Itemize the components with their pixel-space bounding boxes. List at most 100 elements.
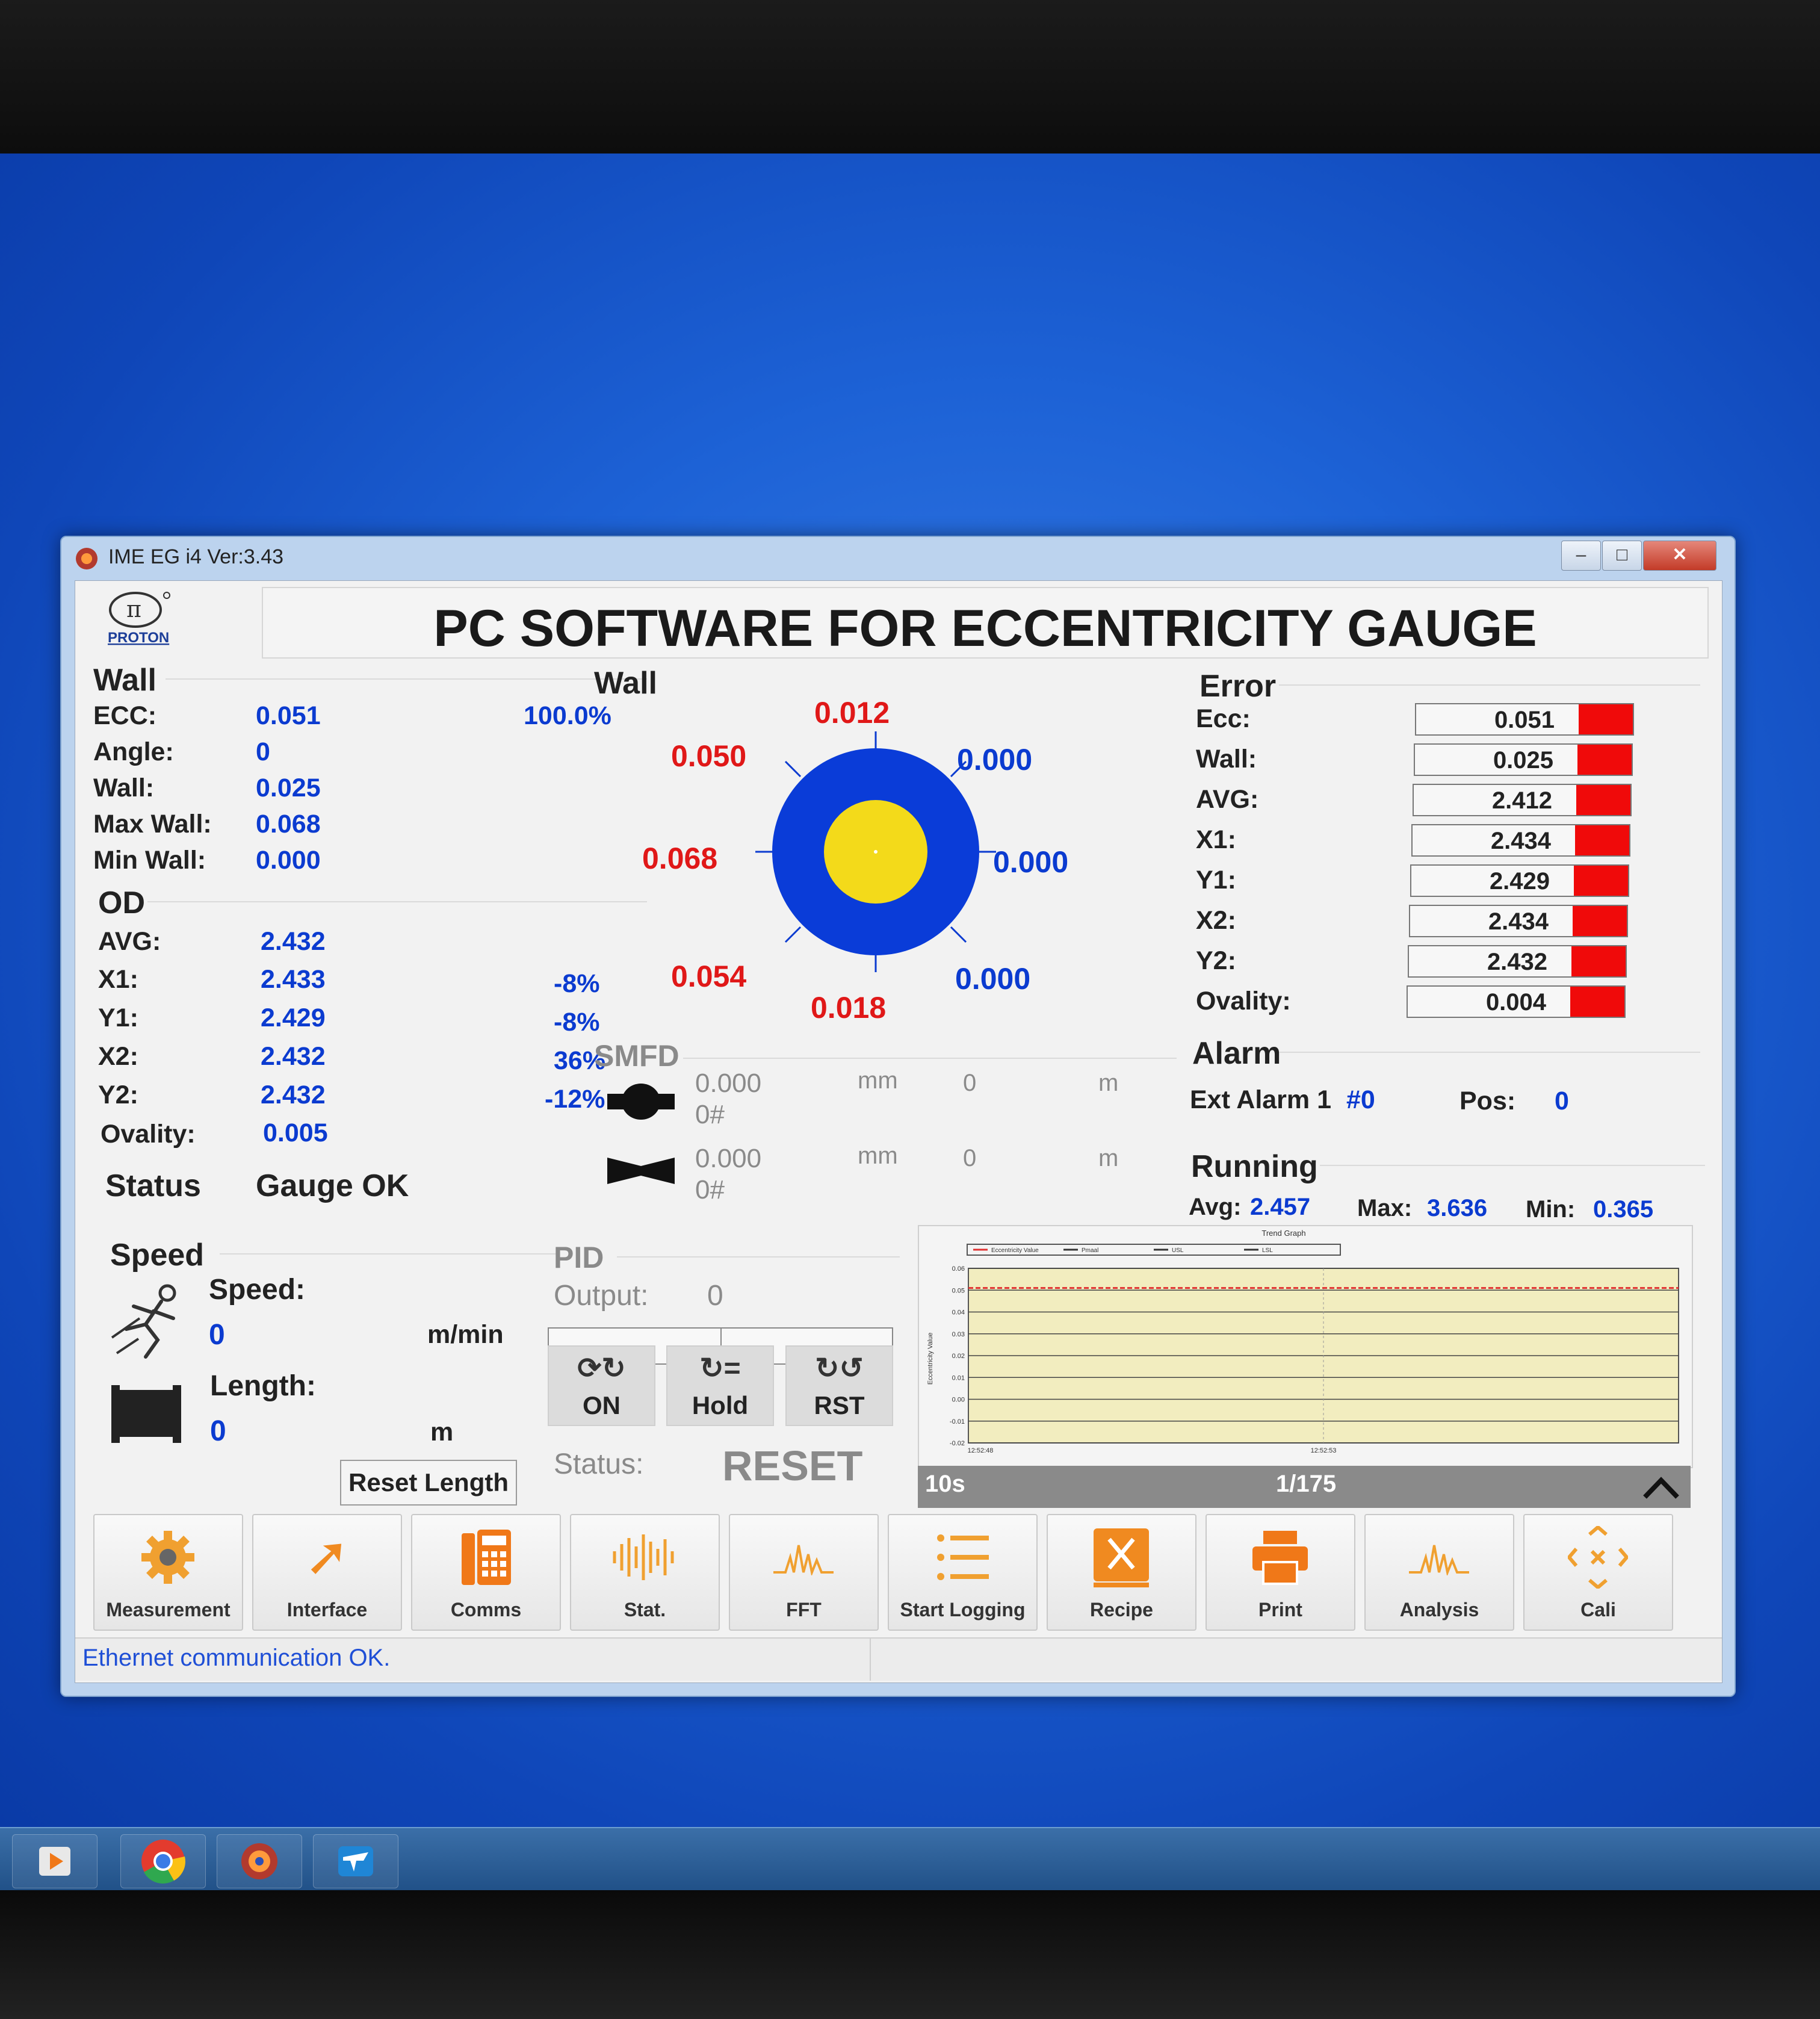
- stat-button[interactable]: Stat.: [570, 1514, 720, 1631]
- smfd-lump-unit2: m: [1098, 1070, 1119, 1096]
- app-window: IME EG i4 Ver:3.43 – □ ✕ π PROTON PC SOF…: [60, 536, 1736, 1697]
- length-value: 0: [210, 1415, 226, 1447]
- waveform-icon: [613, 1534, 674, 1580]
- alarm-pos-label: Pos:: [1459, 1087, 1516, 1115]
- smfd-neck-sub: 0#: [695, 1175, 725, 1205]
- trend-ytick: 0.06: [952, 1265, 965, 1273]
- trend-window[interactable]: 10s: [925, 1471, 965, 1498]
- error-row-label: Y2:: [1196, 946, 1236, 975]
- od-x2-value: 2.432: [261, 1042, 326, 1071]
- pid-heading: PID: [554, 1241, 604, 1274]
- svg-text:PROTON: PROTON: [108, 630, 169, 646]
- status-bar: Ethernet communication OK.: [75, 1637, 1722, 1681]
- smfd-neck-value: 0.000: [695, 1144, 762, 1173]
- analysis-button[interactable]: Analysis: [1364, 1514, 1514, 1631]
- pid-on-button[interactable]: ⟳↻ ON: [548, 1345, 655, 1426]
- wall-top-left-value: 0.050: [671, 739, 747, 773]
- wall-top-value: 0.012: [814, 696, 890, 730]
- error-bar-value: 0.025: [1493, 747, 1554, 774]
- trend-ytick: 0.02: [952, 1353, 965, 1360]
- running-min-label: Min:: [1526, 1196, 1576, 1223]
- wall-heading: Wall: [93, 663, 156, 698]
- trend-graph-plot: Trend Graph Eccentricity Value Pmaal USL LS…: [927, 1229, 1679, 1454]
- media-player-icon[interactable]: [12, 1834, 98, 1888]
- od-y1-label: Y1:: [98, 1003, 138, 1032]
- monitor-bezel-top: [0, 0, 1820, 163]
- close-button[interactable]: ✕: [1643, 541, 1716, 571]
- pid-hold-label: Hold: [692, 1391, 749, 1419]
- error-bar: 2.434: [1411, 824, 1630, 857]
- error-row-label: Ecc:: [1196, 704, 1251, 733]
- length-icon: [111, 1385, 181, 1443]
- pid-status-value: RESET: [722, 1442, 863, 1489]
- title-bar[interactable]: IME EG i4 Ver:3.43 – □ ✕: [61, 537, 1735, 579]
- spectrum-icon: [773, 1545, 834, 1575]
- od-y1-value: 2.429: [261, 1003, 326, 1032]
- trend-ylabel: Eccentricity Value: [927, 1333, 934, 1385]
- maximize-button[interactable]: □: [1602, 541, 1642, 571]
- wall-top-right-value: 0.000: [957, 743, 1033, 777]
- page-title: PC SOFTWARE FOR ECCENTRICITY GAUGE: [433, 600, 1537, 657]
- error-row-label: AVG:: [1196, 785, 1259, 814]
- error-bar-value: 2.429: [1489, 868, 1550, 895]
- trend-ytick: -0.02: [950, 1440, 965, 1447]
- trend-legend-label: Pmaal: [1082, 1247, 1098, 1254]
- monitor-bezel-bottom: [0, 1890, 1820, 2019]
- error-bar-value: 0.004: [1485, 989, 1547, 1016]
- start-logging-button[interactable]: Start Logging: [888, 1514, 1038, 1631]
- error-heading: Error: [1199, 669, 1277, 704]
- runner-icon: [111, 1284, 176, 1359]
- chevron-up-icon[interactable]: [1640, 1473, 1682, 1501]
- smfd-lump-sub: 0#: [695, 1100, 725, 1129]
- trend-legend-label: USL: [1172, 1247, 1184, 1254]
- pid-output-value: 0: [707, 1280, 723, 1312]
- trend-ytick: 0.04: [952, 1309, 965, 1317]
- running-avg-value: 2.457: [1250, 1194, 1311, 1220]
- od-y2-label: Y2:: [98, 1081, 138, 1109]
- chrome-icon[interactable]: [120, 1834, 206, 1888]
- comms-button[interactable]: Comms: [411, 1514, 561, 1631]
- ime-app-icon[interactable]: [217, 1834, 302, 1888]
- od-y2-value: 2.432: [261, 1081, 326, 1109]
- smfd-heading: SMFD: [594, 1039, 679, 1073]
- running-max-label: Max:: [1357, 1195, 1413, 1221]
- recipe-icon: [1094, 1528, 1149, 1587]
- pid-on-icon: ⟳↻: [577, 1353, 626, 1385]
- start-logging-label: Start Logging: [900, 1599, 1026, 1620]
- calibrate-icon: [1568, 1526, 1628, 1589]
- wall-right-value: 0.000: [993, 845, 1069, 879]
- ext-alarm-code: #0: [1346, 1085, 1375, 1114]
- ecc-value: 0.051: [256, 701, 321, 730]
- trend-ytick: 0.00: [952, 1397, 965, 1404]
- angle-label: Angle:: [93, 737, 174, 766]
- print-button[interactable]: Print: [1206, 1514, 1355, 1631]
- trend-footer: 10s 1/175: [918, 1466, 1691, 1508]
- pid-hold-icon: ↻=: [699, 1353, 741, 1385]
- measurement-button[interactable]: Measurement: [93, 1514, 243, 1631]
- status-message: Ethernet communication OK.: [82, 1645, 391, 1671]
- pid-rst-button[interactable]: ↻↺ RST: [785, 1345, 893, 1426]
- smfd-lump-value: 0.000: [695, 1068, 762, 1098]
- error-bar-value: 0.051: [1494, 707, 1555, 733]
- reset-length-button[interactable]: Reset Length: [340, 1460, 517, 1506]
- recipe-label: Recipe: [1090, 1599, 1153, 1620]
- divider: [1320, 1165, 1705, 1166]
- interface-button[interactable]: ➚ Interface: [252, 1514, 402, 1631]
- cali-button[interactable]: Cali: [1523, 1514, 1673, 1631]
- fft-button[interactable]: FFT: [729, 1514, 879, 1631]
- pid-on-label: ON: [583, 1391, 621, 1419]
- recipe-button[interactable]: Recipe: [1047, 1514, 1196, 1631]
- teamviewer-icon[interactable]: [313, 1834, 398, 1888]
- trend-legend-label: Eccentricity Value: [991, 1247, 1039, 1254]
- trend-graph[interactable]: Trend Graph Eccentricity Value Pmaal USL LS…: [918, 1225, 1693, 1468]
- header-banner: PC SOFTWARE FOR ECCENTRICITY GAUGE: [262, 587, 1709, 659]
- error-bar-value: 2.412: [1491, 787, 1553, 814]
- speed-unit: m/min: [427, 1320, 504, 1349]
- divider: [147, 901, 647, 902]
- minimize-button[interactable]: –: [1561, 541, 1601, 571]
- pid-hold-button[interactable]: ↻= Hold: [666, 1345, 774, 1426]
- svg-text:π: π: [126, 596, 141, 622]
- divider: [617, 1256, 900, 1258]
- max-wall-value: 0.068: [256, 810, 321, 839]
- od-ovality-label: Ovality:: [101, 1120, 196, 1149]
